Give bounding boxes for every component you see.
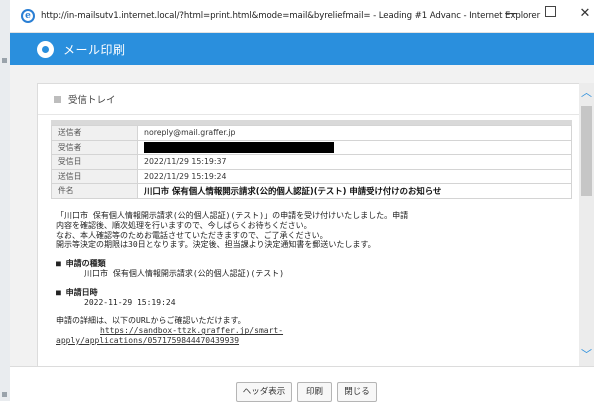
scroll-up-button[interactable]: ︿ (579, 83, 594, 103)
application-date-value: 2022-11-29 15:19:24 (84, 297, 176, 307)
window-title: http://in-mailsutv1.internet.local/?html… (41, 11, 541, 21)
internet-explorer-icon: e (21, 9, 35, 23)
background-scroll-marker (2, 392, 7, 397)
body-line: なお、本人確認等のためお電話させていただきますので、ご了承ください。 (56, 230, 328, 240)
folder-header: 受信トレイ (38, 84, 588, 115)
application-type-value: 川口市 保有個人情報開示請求(公的個人認証)(テスト) (84, 268, 285, 278)
close-window-button[interactable]: ✕ (574, 6, 594, 21)
table-row: 送信者 noreply@mail.graffer.jp (51, 125, 572, 141)
folder-label: 受信トレイ (68, 95, 116, 106)
mail-panel: 受信トレイ 送信者 noreply@mail.graffer.jp 受信者 受信… (37, 83, 589, 367)
subject-label: 件名 (51, 183, 138, 199)
content-area: 受信トレイ 送信者 noreply@mail.graffer.jp 受信者 受信… (10, 65, 594, 367)
sent-label: 送信日 (51, 168, 138, 184)
title-bar: e http://in-mailsutv1.internet.local/?ht… (10, 0, 594, 33)
details-url-link[interactable]: https://sandbox-ttzk.graffer.jp/smart- (56, 326, 576, 336)
application-type-heading: ■ 申請の種類 (56, 259, 106, 269)
application-date-heading: ■ 申請日時 (56, 287, 98, 297)
from-value: noreply@mail.graffer.jp (137, 125, 572, 141)
maximize-button[interactable] (539, 6, 561, 21)
table-row: 件名 川口市 保有個人情報開示請求(公的個人認証)(テスト) 申請受け付けのお知… (51, 183, 572, 199)
ie-window: e http://in-mailsutv1.internet.local/?ht… (10, 0, 594, 402)
redaction-bar (144, 141, 334, 153)
app-logo-icon (37, 40, 54, 58)
table-row: 受信者 (51, 139, 572, 155)
mail-header-table: 送信者 noreply@mail.graffer.jp 受信者 受信日 2022… (51, 125, 572, 199)
scroll-thumb[interactable] (581, 106, 592, 196)
close-button[interactable]: 閉じる (337, 382, 377, 402)
body-line: 開示等決定の期限は30日となります。決定後、担当課より決定通知書を郵送いたします… (56, 240, 376, 250)
to-value (137, 139, 572, 155)
folder-icon (54, 95, 61, 103)
body-line: 内容を確認後、順次処理を行いますので、今しばらくお待ちください。 (56, 220, 312, 230)
body-line: 「川口市 保有個人情報開示請求(公的個人認証)(テスト)」の申請を受け付けいたし… (56, 211, 409, 220)
received-value: 2022/11/29 15:19:37 (137, 154, 572, 170)
subject-value: 川口市 保有個人情報開示請求(公的個人認証)(テスト) 申請受け付けのお知らせ (137, 183, 572, 199)
sent-value: 2022/11/29 15:19:24 (137, 168, 572, 184)
scroll-down-button[interactable]: ﹀ (579, 345, 594, 365)
table-row: 送信日 2022/11/29 15:19:24 (51, 168, 572, 184)
received-label: 受信日 (51, 154, 138, 170)
minimize-button[interactable]: — (500, 6, 522, 21)
button-bar: ヘッダ表示 印刷 閉じる (10, 366, 594, 402)
table-row: 受信日 2022/11/29 15:19:37 (51, 154, 572, 170)
maximize-icon (544, 6, 556, 17)
details-text: 申請の詳細は、以下のURLからご確認いただけます。 (56, 316, 246, 326)
background-scroll-marker (2, 58, 7, 63)
vertical-scrollbar[interactable]: ︿ ﹀ (579, 83, 594, 366)
mail-body: 「川口市 保有個人情報開示請求(公的個人認証)(テスト)」の申請を受け付けいたし… (56, 211, 576, 346)
details-url-link[interactable]: apply/applications/0571759844470439939 (56, 336, 576, 346)
print-button[interactable]: 印刷 (297, 382, 332, 402)
banner-title: メール印刷 (63, 42, 126, 57)
from-label: 送信者 (51, 125, 138, 141)
app-banner: メール印刷 (10, 33, 594, 65)
to-label: 受信者 (51, 139, 138, 155)
show-header-button[interactable]: ヘッダ表示 (236, 382, 292, 402)
